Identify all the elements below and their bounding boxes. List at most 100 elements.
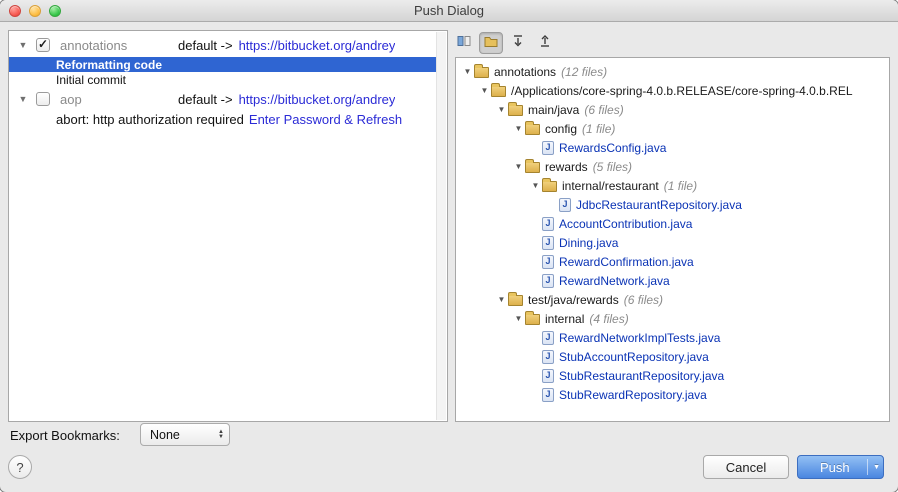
folder-icon bbox=[474, 64, 489, 78]
repo-row-annotations[interactable]: ▼ ✓ annotations default -> https://bitbu… bbox=[9, 33, 447, 57]
tree-row-folder[interactable]: ▼ test/java/rewards (6 files) bbox=[456, 290, 889, 309]
tree-row-file[interactable]: J RewardNetwork.java bbox=[456, 271, 889, 290]
folder-name: internal bbox=[545, 311, 585, 326]
tree-row-folder[interactable]: ▼ config (1 file) bbox=[456, 119, 889, 138]
tree-row-folder[interactable]: ▼ annotations (12 files) bbox=[456, 62, 889, 81]
java-file-icon: J bbox=[559, 197, 571, 212]
chevron-down-icon[interactable]: ▼ bbox=[15, 94, 31, 104]
file-count: (4 files) bbox=[589, 311, 629, 326]
tree-row-file[interactable]: J StubRestaurantRepository.java bbox=[456, 366, 889, 385]
collapse-all-icon bbox=[537, 33, 553, 54]
enter-password-link[interactable]: Enter Password & Refresh bbox=[249, 112, 402, 127]
file-name: StubAccountRepository.java bbox=[559, 349, 709, 364]
file-name: AccountContribution.java bbox=[559, 216, 693, 231]
chevron-down-icon[interactable]: ▼ bbox=[512, 314, 525, 323]
push-button[interactable]: Push ▼ bbox=[797, 455, 884, 479]
folder-name: config bbox=[545, 121, 578, 136]
java-file-icon: J bbox=[542, 368, 554, 383]
file-name: RewardsConfig.java bbox=[559, 140, 667, 155]
check-icon: ✓ bbox=[37, 37, 49, 51]
folder-name: /Applications/core-spring-4.0.b.RELEASE/… bbox=[511, 83, 853, 98]
push-split-divider bbox=[867, 459, 868, 475]
group-by-directory-icon bbox=[483, 33, 499, 54]
chevron-down-icon[interactable]: ▼ bbox=[461, 67, 474, 76]
stepper-down-icon: ▼ bbox=[218, 433, 224, 440]
tree-row-folder[interactable]: ▼ rewards (5 files) bbox=[456, 157, 889, 176]
push-error-row: abort: http authorization required Enter… bbox=[9, 111, 447, 127]
repo-name: annotations bbox=[60, 37, 128, 53]
file-name: JdbcRestaurantRepository.java bbox=[576, 197, 742, 212]
file-count: (5 files) bbox=[592, 159, 633, 174]
folder-icon bbox=[508, 102, 523, 116]
file-count: (6 files) bbox=[584, 102, 624, 117]
java-file-icon: J bbox=[542, 140, 554, 155]
show-diff-button[interactable] bbox=[452, 32, 476, 54]
folder-icon bbox=[508, 292, 523, 306]
tree-row-folder[interactable]: ▼ internal/restaurant (1 file) bbox=[456, 176, 889, 195]
java-file-icon: J bbox=[542, 330, 554, 345]
branch-text: default -> bbox=[178, 37, 233, 53]
folder-name: rewards bbox=[545, 159, 588, 174]
commits-panel: ▼ ✓ annotations default -> https://bitbu… bbox=[8, 30, 448, 422]
folder-icon bbox=[491, 83, 506, 97]
file-name: StubRestaurantRepository.java bbox=[559, 368, 725, 383]
window-title: Push Dialog bbox=[413, 3, 485, 18]
collapse-all-button[interactable] bbox=[533, 32, 557, 54]
tree-row-file[interactable]: J StubRewardRepository.java bbox=[456, 385, 889, 404]
file-count: (12 files) bbox=[561, 64, 608, 79]
tree-row-file[interactable]: J RewardsConfig.java bbox=[456, 138, 889, 157]
java-file-icon: J bbox=[542, 216, 554, 231]
repo-row-aop[interactable]: ▼ aop default -> https://bitbucket.org/a… bbox=[9, 87, 447, 111]
zoom-button[interactable] bbox=[49, 5, 61, 17]
tree-row-folder[interactable]: ▼ main/java (6 files) bbox=[456, 100, 889, 119]
chevron-down-icon[interactable]: ▼ bbox=[15, 40, 31, 50]
chevron-down-icon[interactable]: ▼ bbox=[478, 86, 491, 95]
help-button[interactable]: ? bbox=[8, 455, 32, 479]
chevron-down-icon[interactable]: ▼ bbox=[512, 162, 525, 171]
folder-name: internal/restaurant bbox=[562, 178, 659, 193]
tree-row-folder[interactable]: ▼ /Applications/core-spring-4.0.b.RELEAS… bbox=[456, 81, 889, 100]
chevron-down-icon[interactable]: ▼ bbox=[495, 295, 508, 304]
titlebar[interactable]: Push Dialog bbox=[0, 0, 898, 22]
file-name: RewardNetworkImplTests.java bbox=[559, 330, 721, 345]
folder-name: annotations bbox=[494, 64, 557, 79]
repo-checkbox-annotations[interactable]: ✓ bbox=[36, 38, 50, 52]
remote-url-link[interactable]: https://bitbucket.org/andrey bbox=[239, 38, 396, 53]
chevron-down-icon[interactable]: ▼ bbox=[529, 181, 542, 190]
tree-row-file[interactable]: J StubAccountRepository.java bbox=[456, 347, 889, 366]
group-by-directory-button[interactable] bbox=[479, 32, 503, 54]
export-bookmarks-label: Export Bookmarks: bbox=[10, 428, 120, 443]
tree-row-folder[interactable]: ▼ internal (4 files) bbox=[456, 309, 889, 328]
folder-icon bbox=[525, 311, 540, 325]
java-file-icon: J bbox=[542, 273, 554, 288]
folder-name: test/java/rewards bbox=[528, 292, 619, 307]
tree-row-file[interactable]: J AccountContribution.java bbox=[456, 214, 889, 233]
chevron-down-icon[interactable]: ▼ bbox=[495, 105, 508, 114]
expand-all-button[interactable] bbox=[506, 32, 530, 54]
cancel-button[interactable]: Cancel bbox=[703, 455, 789, 479]
file-count: (1 file) bbox=[582, 121, 616, 136]
push-dropdown-icon[interactable]: ▼ bbox=[873, 456, 880, 478]
show-diff-icon bbox=[456, 33, 472, 54]
push-dialog-window: Push Dialog ▼ ✓ annotations default -> h… bbox=[0, 0, 898, 492]
repo-checkbox-aop[interactable] bbox=[36, 92, 50, 106]
scrollbar[interactable] bbox=[436, 32, 446, 420]
tree-row-file[interactable]: J RewardNetworkImplTests.java bbox=[456, 328, 889, 347]
commit-row[interactable]: Initial commit bbox=[9, 72, 436, 87]
stepper-icon: ▲ ▼ bbox=[218, 429, 224, 440]
file-name: RewardNetwork.java bbox=[559, 273, 670, 288]
tree-row-file[interactable]: J Dining.java bbox=[456, 233, 889, 252]
branch-text: default -> bbox=[178, 91, 233, 107]
chevron-down-icon[interactable]: ▼ bbox=[512, 124, 525, 133]
tree-row-file[interactable]: J RewardConfirmation.java bbox=[456, 252, 889, 271]
repo-name: aop bbox=[60, 91, 82, 107]
tree-row-file[interactable]: J JdbcRestaurantRepository.java bbox=[456, 195, 889, 214]
export-bookmarks-select[interactable]: None ▲ ▼ bbox=[140, 423, 230, 446]
commit-row-selected[interactable]: Reformatting code bbox=[9, 57, 436, 72]
remote-url-link[interactable]: https://bitbucket.org/andrey bbox=[239, 92, 396, 107]
export-bookmarks-value: None bbox=[150, 427, 180, 442]
java-file-icon: J bbox=[542, 349, 554, 364]
file-count: (1 file) bbox=[663, 178, 698, 193]
minimize-button[interactable] bbox=[29, 5, 41, 17]
close-button[interactable] bbox=[9, 5, 21, 17]
